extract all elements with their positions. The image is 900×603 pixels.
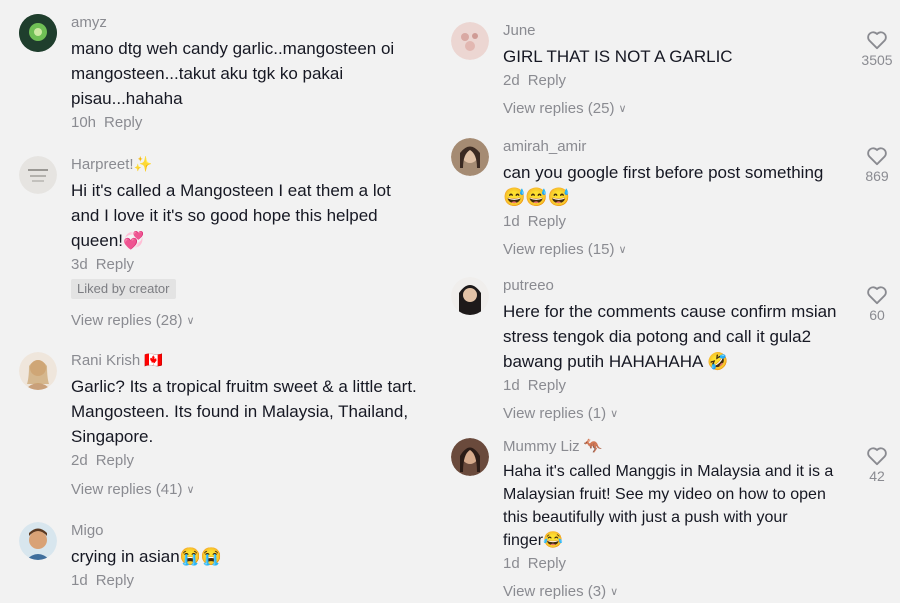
avatar[interactable]	[451, 277, 489, 315]
sparkle-emoji: ✨	[133, 156, 153, 173]
comment-timestamp: 1d	[503, 377, 520, 394]
like-button[interactable]: 42	[857, 446, 897, 484]
avatar[interactable]	[451, 138, 489, 176]
comment-timestamp: 2d	[503, 72, 520, 89]
like-count: 60	[869, 307, 885, 323]
reply-button[interactable]: Reply	[528, 72, 566, 89]
reply-button[interactable]: Reply	[104, 114, 142, 131]
canada-flag-emoji: 🇨🇦	[144, 352, 164, 369]
comment-username[interactable]: putreeo	[503, 277, 837, 295]
comment-text: Haha it's called Manggis in Malaysia and…	[503, 463, 834, 549]
like-button[interactable]: 869	[857, 146, 897, 184]
comment-meta: 2d Reply	[71, 451, 417, 471]
heart-icon	[867, 31, 887, 50]
avatar[interactable]	[19, 352, 57, 390]
view-replies-button[interactable]: View replies (25) ∨	[503, 99, 733, 120]
comment-text: Here for the comments cause confirm msia…	[503, 302, 837, 371]
heart-icon	[867, 447, 887, 466]
comment-timestamp: 3d	[71, 256, 88, 273]
chevron-down-icon: ∨	[186, 484, 195, 496]
comment-text: GIRL THAT IS NOT A GARLIC	[503, 47, 733, 66]
comment-username[interactable]: Mummy Liz 🦘	[503, 438, 833, 456]
reply-button[interactable]: Reply	[528, 377, 566, 394]
avatar[interactable]	[451, 438, 489, 476]
comment-timestamp: 2d	[71, 452, 88, 469]
comment-timestamp: 1d	[71, 572, 88, 589]
comment-text: Hi it's called a Mangosteen I eat them a…	[71, 181, 391, 250]
comment-username[interactable]: Harpreet!✨	[71, 156, 391, 174]
comment-timestamp: 1d	[503, 555, 520, 572]
comment-meta: 2d Reply	[503, 71, 733, 91]
comment-username[interactable]: Migo	[71, 522, 222, 540]
comment-meta: 3d Reply	[71, 255, 391, 275]
chevron-down-icon: ∨	[610, 408, 619, 420]
reply-button[interactable]: Reply	[96, 572, 134, 589]
avatar[interactable]	[19, 14, 57, 52]
comment-username[interactable]: amyz	[71, 14, 394, 32]
like-count: 869	[865, 168, 889, 184]
reply-button[interactable]: Reply	[96, 452, 134, 469]
chevron-down-icon: ∨	[610, 586, 619, 598]
comment-timestamp: 10h	[71, 114, 97, 131]
avatar[interactable]	[451, 22, 489, 60]
chevron-down-icon: ∨	[618, 244, 627, 256]
heart-icon	[867, 286, 887, 305]
comment-text: can you google first before post somethi…	[503, 163, 824, 207]
like-count: 42	[869, 468, 885, 484]
view-replies-button[interactable]: View replies (28) ∨	[71, 311, 391, 332]
reply-button[interactable]: Reply	[528, 555, 566, 572]
view-replies-button[interactable]: View replies (1) ∨	[503, 404, 837, 425]
comment-meta: 1d Reply	[503, 212, 823, 232]
chevron-down-icon: ∨	[186, 315, 195, 327]
like-button[interactable]: 60	[857, 285, 897, 323]
comment-meta: 1d Reply	[503, 376, 837, 396]
comment-username[interactable]: Rani Krish 🇨🇦	[71, 352, 417, 370]
heart-icon	[867, 147, 887, 166]
comment-username[interactable]: June	[503, 22, 733, 40]
like-button[interactable]: 3505	[857, 30, 897, 68]
avatar[interactable]	[19, 156, 57, 194]
chevron-down-icon: ∨	[618, 103, 627, 115]
comment-username[interactable]: amirah_amir	[503, 138, 823, 156]
reply-button[interactable]: Reply	[528, 213, 566, 230]
comment-text: mano dtg weh candy garlic..mangosteen oi…	[71, 39, 395, 108]
kangaroo-emoji: 🦘	[583, 438, 603, 455]
liked-by-creator-badge: Liked by creator	[71, 279, 176, 299]
comment-meta: 1d Reply	[503, 554, 833, 574]
comment-text: crying in asian😭😭	[71, 547, 222, 566]
comment-text: Garlic? Its a tropical fruitm sweet & a …	[71, 377, 417, 446]
comment-meta: 10h Reply	[71, 113, 394, 133]
comment-meta: 1d Reply	[71, 571, 222, 591]
view-replies-button[interactable]: View replies (41) ∨	[71, 480, 417, 501]
avatar[interactable]	[19, 522, 57, 560]
like-count: 3505	[861, 52, 893, 68]
comment-timestamp: 1d	[503, 213, 520, 230]
reply-button[interactable]: Reply	[96, 256, 134, 273]
view-replies-button[interactable]: View replies (15) ∨	[503, 240, 823, 261]
